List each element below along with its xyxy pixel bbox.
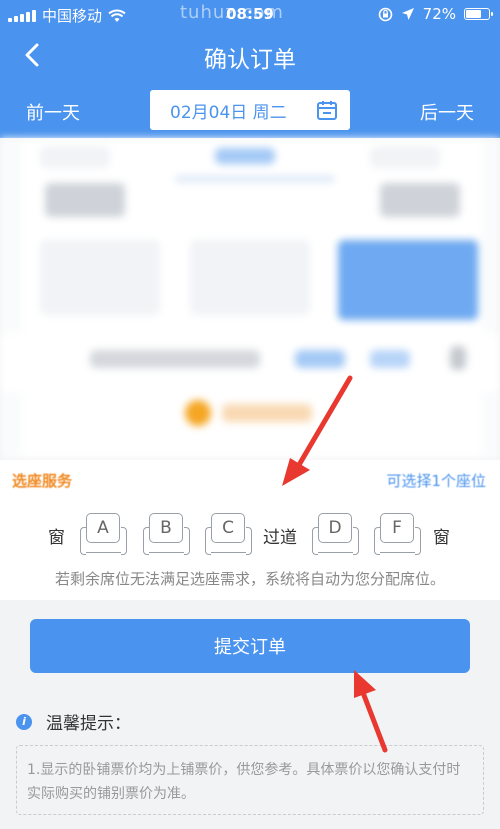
seat-service-note: 可选择1个座位	[386, 472, 486, 490]
blurred-block	[40, 146, 110, 168]
blurred-block	[185, 400, 211, 426]
tips-box: 1.显示的卧铺票价均为上铺票价，供您参考。具体票价以您确认支付时实际购买的铺别票…	[16, 745, 484, 815]
orientation-lock-icon	[378, 7, 392, 21]
blurred-block	[450, 346, 466, 370]
seat-row: 窗 A B C 过道 D F 窗	[0, 508, 500, 558]
seat-letter: F	[380, 513, 414, 543]
blurred-train-info	[0, 138, 500, 460]
seat-letter: C	[211, 513, 245, 543]
nav-header: 确认订单	[0, 30, 500, 82]
battery-fill	[466, 10, 482, 18]
status-right: 72%	[378, 5, 493, 23]
date-label: 02月04日 周二	[170, 102, 287, 123]
arrow-up-icon	[354, 670, 388, 753]
date-bar: 前一天 02月04日 周二 后一天	[0, 82, 500, 138]
blurred-block	[222, 404, 312, 422]
battery-icon	[464, 8, 493, 20]
blurred-block	[45, 183, 125, 217]
seat-selection-panel: 选座服务 可选择1个座位 窗 A B C 过道 D F 窗 若剩余席位无法满足选…	[0, 460, 500, 600]
blurred-block	[215, 148, 275, 164]
blurred-block	[90, 350, 260, 368]
seat-a[interactable]: A	[79, 513, 127, 555]
aisle-label: 过道	[263, 528, 297, 548]
window-right-label: 窗	[433, 528, 450, 548]
seat-f[interactable]: F	[373, 513, 421, 555]
seat-service-title: 选座服务	[12, 472, 73, 490]
blurred-block	[190, 240, 310, 315]
prev-day-button[interactable]: 前一天	[26, 99, 80, 125]
next-day-button[interactable]: 后一天	[420, 99, 474, 125]
calendar-icon	[317, 101, 337, 120]
blurred-block	[175, 176, 335, 182]
seat-b[interactable]: B	[142, 513, 190, 555]
blurred-block	[295, 350, 345, 368]
seat-allocation-note: 若剩余席位无法满足选座需求，系统将自动为您分配席位。	[54, 570, 445, 588]
blurred-block	[338, 240, 478, 320]
seat-letter: B	[149, 513, 183, 543]
blurred-block	[370, 350, 410, 368]
blurred-block	[380, 183, 460, 217]
info-icon: i	[16, 713, 32, 730]
seat-letter: A	[86, 513, 120, 543]
tips-header: i 温馨提示：	[16, 709, 131, 734]
blurred-block	[40, 240, 160, 315]
seat-c[interactable]: C	[204, 513, 252, 555]
page-title: 确认订单	[204, 47, 296, 73]
seat-d[interactable]: D	[311, 513, 359, 555]
blurred-block	[370, 146, 440, 168]
battery-percent: 72%	[422, 5, 456, 23]
date-picker[interactable]: 02月04日 周二	[150, 90, 350, 130]
window-left-label: 窗	[48, 528, 65, 548]
submit-order-button[interactable]: 提交订单	[30, 619, 470, 673]
tips-title: 温馨提示：	[46, 714, 131, 734]
location-arrow-icon	[401, 8, 414, 20]
status-bar: 中国移动 tuhuz.com 08:59 72%	[0, 0, 500, 30]
seat-letter: D	[318, 513, 352, 543]
